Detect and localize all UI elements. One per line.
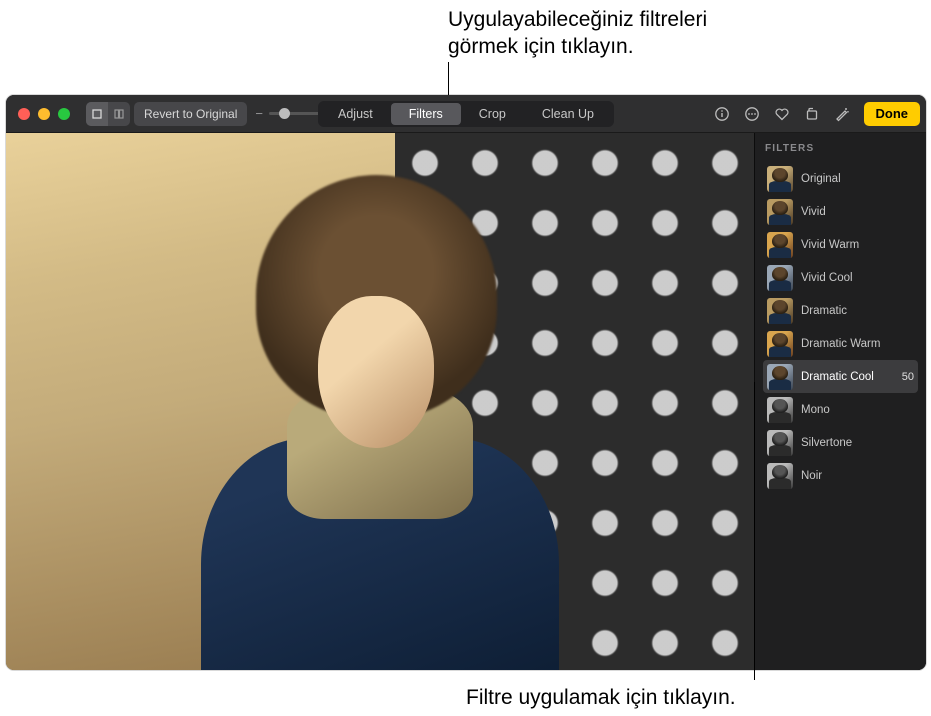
favorite-icon[interactable] <box>768 102 796 126</box>
close-window-button[interactable] <box>18 108 30 120</box>
callout-top-leader <box>448 62 449 97</box>
filter-thumb-dramatic <box>767 298 793 324</box>
filter-silvertone[interactable]: Silvertone <box>763 426 918 459</box>
filter-thumb-original <box>767 166 793 192</box>
filter-thumb-noir <box>767 463 793 489</box>
tab-cleanup[interactable]: Clean Up <box>524 103 612 125</box>
callout-bottom-text: Filtre uygulamak için tıklayın. <box>466 686 736 710</box>
done-button[interactable]: Done <box>864 102 921 126</box>
filter-label: Vivid Warm <box>801 239 914 251</box>
filter-mono[interactable]: Mono <box>763 393 918 426</box>
filters-panel: FILTERS Original Vivid Vivid Warm Vivid … <box>754 133 926 670</box>
tab-adjust[interactable]: Adjust <box>320 103 391 125</box>
filter-label: Dramatic Cool <box>801 371 894 383</box>
filter-label: Silvertone <box>801 437 914 449</box>
photo-subject-face <box>318 296 435 447</box>
filter-dramatic-warm[interactable]: Dramatic Warm <box>763 327 918 360</box>
filter-thumb-vivid <box>767 199 793 225</box>
minimize-window-button[interactable] <box>38 108 50 120</box>
filter-vivid-cool[interactable]: Vivid Cool <box>763 261 918 294</box>
filter-strength-value: 50 <box>902 371 914 383</box>
window-controls <box>12 108 70 120</box>
filter-label: Mono <box>801 404 914 416</box>
rotate-icon[interactable] <box>798 102 826 126</box>
filter-label: Dramatic Warm <box>801 338 914 350</box>
filter-thumb-mono <box>767 397 793 423</box>
view-mode-split[interactable] <box>108 102 130 126</box>
filter-label: Original <box>801 173 914 185</box>
filter-thumb-vivid-cool <box>767 265 793 291</box>
fullscreen-window-button[interactable] <box>58 108 70 120</box>
filter-thumb-dramatic-warm <box>767 331 793 357</box>
tab-filters[interactable]: Filters <box>391 103 461 125</box>
filter-dramatic-cool[interactable]: Dramatic Cool 50 <box>763 360 918 393</box>
filter-thumb-dramatic-cool <box>767 364 793 390</box>
filter-label: Noir <box>801 470 914 482</box>
filter-original[interactable]: Original <box>763 162 918 195</box>
toolbar: Revert to Original − + Adjust Filters Cr… <box>6 95 926 133</box>
toolbar-right: Done <box>708 102 921 126</box>
callout-top-text: Uygulayabileceğiniz filtreleri görmek iç… <box>448 6 707 61</box>
filter-thumb-silvertone <box>767 430 793 456</box>
filters-panel-title: FILTERS <box>763 143 918 154</box>
filter-thumb-vivid-warm <box>767 232 793 258</box>
more-icon[interactable] <box>738 102 766 126</box>
tab-crop[interactable]: Crop <box>461 103 524 125</box>
zoom-thumb[interactable] <box>279 108 290 119</box>
edit-mode-tabs: Adjust Filters Crop Clean Up <box>318 101 614 127</box>
revert-button[interactable]: Revert to Original <box>134 102 247 126</box>
filter-label: Vivid Cool <box>801 272 914 284</box>
zoom-out-icon: − <box>255 106 263 121</box>
photo-editor-window: Revert to Original − + Adjust Filters Cr… <box>6 95 926 670</box>
info-icon[interactable] <box>708 102 736 126</box>
auto-enhance-icon[interactable] <box>828 102 856 126</box>
filter-label: Vivid <box>801 206 914 218</box>
filter-dramatic[interactable]: Dramatic <box>763 294 918 327</box>
filter-vivid[interactable]: Vivid <box>763 195 918 228</box>
filter-vivid-warm[interactable]: Vivid Warm <box>763 228 918 261</box>
photo-canvas[interactable] <box>6 133 754 670</box>
callout-bottom-leader <box>754 382 755 680</box>
photo-subject <box>186 165 575 670</box>
filter-label: Dramatic <box>801 305 914 317</box>
filter-noir[interactable]: Noir <box>763 459 918 492</box>
content-area: FILTERS Original Vivid Vivid Warm Vivid … <box>6 133 926 670</box>
view-mode-toggle[interactable] <box>86 102 130 126</box>
view-mode-single[interactable] <box>86 102 108 126</box>
